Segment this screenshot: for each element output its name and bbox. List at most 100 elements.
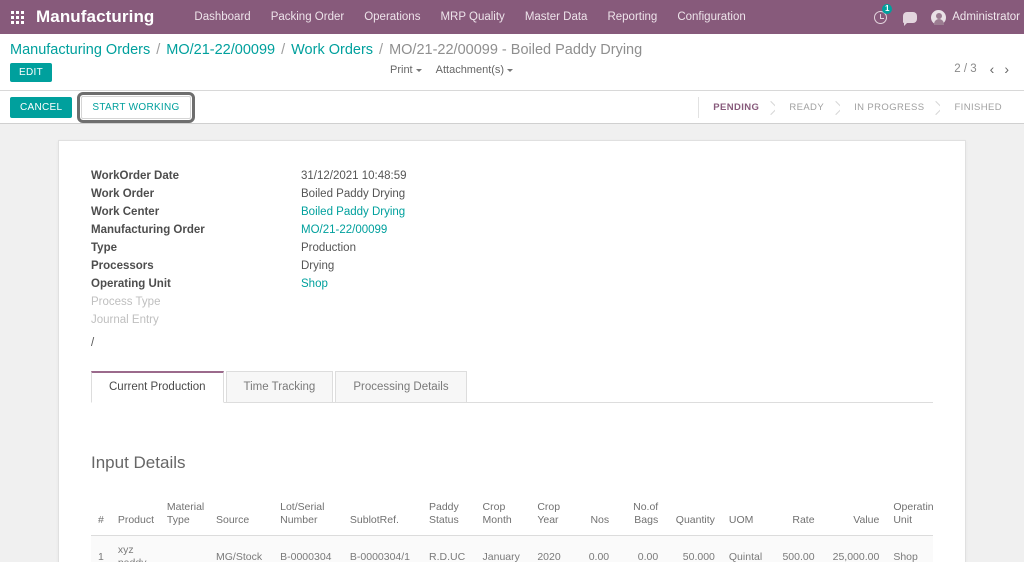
- activity-badge: 1: [882, 4, 893, 14]
- tab-processing-details[interactable]: Processing Details: [335, 371, 467, 402]
- statusbar-row: CANCEL START WORKING PENDING READY IN PR…: [0, 91, 1024, 124]
- control-panel-actions: EDIT Print Attachment(s) 2 / 3 ‹ ›: [0, 60, 1024, 90]
- column-header-paddy-status: Paddy Status: [422, 495, 476, 537]
- field-row-operating-unit: Operating Unit Shop: [91, 275, 407, 293]
- cell-crop-month: January: [475, 535, 531, 562]
- main-menu: Dashboard Packing Order Operations MRP Q…: [184, 0, 755, 34]
- cell-operating-unit: Shop: [886, 535, 933, 562]
- breadcrumb-item-work-orders[interactable]: Work Orders: [291, 42, 373, 58]
- field-row-process-type: Process Type: [91, 293, 407, 311]
- field-value-journal-entry: [301, 311, 407, 329]
- control-panel-dropdowns: Print Attachment(s): [390, 64, 527, 76]
- column-header-uom: UOM: [721, 495, 773, 537]
- status-step-ready[interactable]: READY: [775, 97, 841, 118]
- status-pipeline: PENDING READY IN PROGRESS FINISHED: [698, 91, 1018, 124]
- chevron-down-icon: [415, 68, 422, 72]
- app-brand-title[interactable]: Manufacturing: [34, 7, 160, 27]
- column-header-source: Source: [209, 495, 274, 537]
- table-row[interactable]: 1 xyz paddy MG/Stock B-0000304 B-0000304…: [91, 535, 933, 562]
- menu-item-reporting[interactable]: Reporting: [597, 0, 667, 34]
- user-menu[interactable]: Administrator: [925, 9, 1024, 25]
- breadcrumb-item-manufacturing-orders[interactable]: Manufacturing Orders: [10, 42, 150, 58]
- breadcrumb-separator: /: [281, 42, 286, 58]
- column-header-operating-unit: Operating Unit: [886, 495, 933, 537]
- breadcrumb-item-mo-number[interactable]: MO/21-22/00099: [166, 42, 275, 58]
- pager-previous-icon[interactable]: ‹: [985, 62, 1000, 76]
- field-row-workorder-date: WorkOrder Date 31/12/2021 10:48:59: [91, 167, 407, 185]
- pager-next-icon[interactable]: ›: [999, 62, 1014, 76]
- cell-lot-serial-number: B-0000304: [273, 535, 343, 562]
- field-value-processors: Drying: [301, 260, 335, 272]
- start-working-button[interactable]: START WORKING: [77, 91, 195, 123]
- tab-headers: Current Production Time Tracking Process…: [91, 371, 933, 403]
- menu-item-master-data[interactable]: Master Data: [515, 0, 598, 34]
- column-header-rate: Rate: [772, 495, 822, 537]
- menu-item-dashboard[interactable]: Dashboard: [184, 0, 260, 34]
- breadcrumb: Manufacturing Orders / MO/21-22/00099 / …: [0, 34, 1024, 60]
- column-header-crop-year: Crop Year: [530, 495, 580, 537]
- cell-material-type: [159, 535, 209, 562]
- column-header-quantity: Quantity: [665, 495, 722, 537]
- field-value-operating-unit[interactable]: Shop: [301, 275, 407, 293]
- edit-button[interactable]: EDIT: [10, 62, 52, 82]
- field-label-workorder-date: WorkOrder Date: [91, 170, 179, 182]
- status-step-pending[interactable]: PENDING: [698, 97, 776, 118]
- activity-clock-icon[interactable]: 1: [865, 0, 895, 34]
- field-label-operating-unit: Operating Unit: [91, 278, 171, 290]
- cancel-button[interactable]: CANCEL: [10, 96, 73, 118]
- field-value-work-center[interactable]: Boiled Paddy Drying: [301, 203, 407, 221]
- cell-source: MG/Stock: [209, 535, 274, 562]
- navbar-right-tools: 1 Administrator: [865, 0, 1024, 34]
- column-header-value: Value: [821, 495, 887, 537]
- page-body: WorkOrder Date 31/12/2021 10:48:59 Work …: [0, 124, 1024, 562]
- breadcrumb-separator: /: [156, 42, 161, 58]
- menu-item-mrp-quality[interactable]: MRP Quality: [430, 0, 514, 34]
- field-row-work-order: Work Order Boiled Paddy Drying: [91, 185, 407, 203]
- column-header-crop-month: Crop Month: [475, 495, 531, 537]
- column-header-nos: Nos: [579, 495, 617, 537]
- cell-index: 1: [91, 535, 111, 562]
- trailing-slash-text: /: [91, 337, 95, 349]
- form-sheet: WorkOrder Date 31/12/2021 10:48:59 Work …: [58, 140, 966, 562]
- attachments-dropdown-label: Attachment(s): [435, 64, 505, 76]
- menu-item-operations[interactable]: Operations: [354, 0, 430, 34]
- column-header-material-type: Material Type: [159, 495, 209, 537]
- menu-item-packing-order[interactable]: Packing Order: [261, 0, 355, 34]
- cell-uom: Quintal: [721, 535, 773, 562]
- tab-time-tracking[interactable]: Time Tracking: [225, 371, 334, 402]
- menu-item-configuration[interactable]: Configuration: [667, 0, 755, 34]
- status-step-finished[interactable]: FINISHED: [940, 97, 1018, 118]
- breadcrumb-separator: /: [379, 42, 384, 58]
- field-value-process-type: [301, 293, 407, 311]
- cell-value: 25,000.00: [821, 535, 887, 562]
- field-label-type: Type: [91, 242, 117, 254]
- print-dropdown[interactable]: Print: [390, 64, 422, 76]
- input-details-table-wrap: # Product Material Type Source Lot/Seria…: [91, 495, 933, 562]
- apps-grid-icon[interactable]: [0, 0, 34, 34]
- field-value-work-order: Boiled Paddy Drying: [301, 188, 406, 200]
- tab-current-production[interactable]: Current Production: [91, 371, 224, 403]
- column-header-index: #: [91, 495, 111, 537]
- field-label-process-type: Process Type: [91, 296, 161, 308]
- messaging-chat-icon[interactable]: [895, 0, 925, 34]
- attachments-dropdown[interactable]: Attachment(s): [435, 64, 514, 76]
- column-header-sublot-ref: SublotRef.: [342, 495, 422, 537]
- field-label-work-center: Work Center: [91, 206, 160, 218]
- cell-rate: 500.00: [772, 535, 822, 562]
- table-header: # Product Material Type Source Lot/Seria…: [91, 495, 933, 537]
- status-step-in-progress[interactable]: IN PROGRESS: [840, 97, 941, 118]
- input-details-title: Input Details: [91, 453, 186, 472]
- field-value-manufacturing-order[interactable]: MO/21-22/00099: [301, 221, 407, 239]
- field-row-journal-entry: Journal Entry: [91, 311, 407, 329]
- field-label-manufacturing-order: Manufacturing Order: [91, 224, 205, 236]
- cell-product: xyz paddy: [110, 535, 160, 562]
- field-value-type: Production: [301, 242, 356, 254]
- notebook: Current Production Time Tracking Process…: [91, 371, 933, 562]
- table-header-row: # Product Material Type Source Lot/Seria…: [91, 495, 933, 537]
- pager-value: 2 / 3: [954, 63, 977, 75]
- cell-crop-year: 2020: [530, 535, 580, 562]
- field-row-manufacturing-order: Manufacturing Order MO/21-22/00099: [91, 221, 407, 239]
- cell-nos: 0.00: [579, 535, 617, 562]
- breadcrumb-item-current: MO/21-22/00099 - Boiled Paddy Drying: [389, 42, 643, 58]
- column-header-no-of-bags: No.of Bags: [616, 495, 666, 537]
